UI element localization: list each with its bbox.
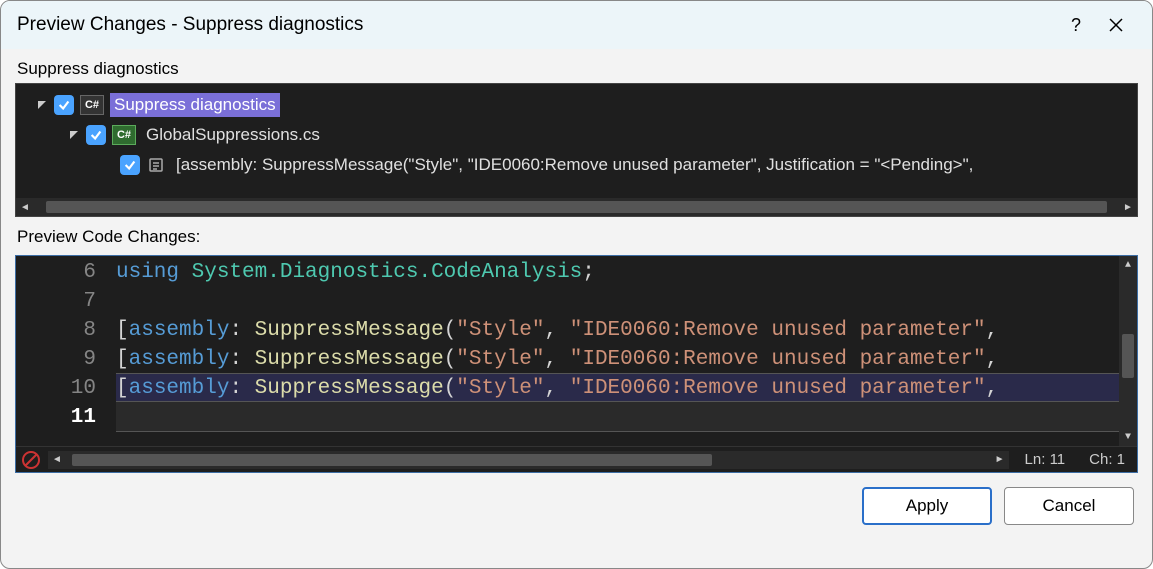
line-number-gutter: 67891011 (16, 256, 116, 446)
tree-section-label: Suppress diagnostics (1, 49, 1152, 83)
snippet-icon (146, 155, 166, 175)
code-line[interactable] (116, 287, 1119, 316)
scrollbar-thumb[interactable] (72, 454, 712, 466)
checkbox[interactable] (86, 125, 106, 145)
line-number: 9 (16, 345, 96, 374)
expander-icon[interactable] (66, 127, 82, 143)
cancel-button[interactable]: Cancel (1004, 487, 1134, 525)
code-horizontal-scrollbar[interactable]: ◄ ► (48, 451, 1009, 469)
checkbox[interactable] (120, 155, 140, 175)
line-number: 6 (16, 258, 96, 287)
tree-file-node[interactable]: C# GlobalSuppressions.cs (16, 120, 1137, 150)
tree-root-label: Suppress diagnostics (110, 93, 280, 117)
code-line[interactable] (116, 402, 1119, 431)
changes-tree: C# Suppress diagnostics C# GlobalSuppres… (15, 83, 1138, 217)
scrollbar-thumb[interactable] (1122, 334, 1134, 378)
tree-root-node[interactable]: C# Suppress diagnostics (16, 90, 1137, 120)
line-number: 8 (16, 316, 96, 345)
scroll-up-icon[interactable]: ▲ (1119, 256, 1137, 274)
scrollbar-thumb[interactable] (46, 201, 1107, 213)
preview-section-label: Preview Code Changes: (1, 217, 1152, 251)
tree-file-label: GlobalSuppressions.cs (142, 123, 324, 147)
help-button[interactable]: ? (1056, 5, 1096, 45)
code-editor-view[interactable]: using System.Diagnostics.CodeAnalysis; [a… (116, 256, 1119, 446)
code-line[interactable]: [assembly: SuppressMessage("Style", "IDE… (116, 373, 1119, 402)
scroll-left-icon[interactable]: ◄ (16, 198, 34, 216)
scroll-left-icon[interactable]: ◄ (48, 451, 66, 469)
cursor-column-indicator: Ch: 1 (1077, 451, 1137, 468)
code-vertical-scrollbar[interactable]: ▲ ▼ (1119, 256, 1137, 446)
line-number: 7 (16, 287, 96, 316)
code-line[interactable]: [assembly: SuppressMessage("Style", "IDE… (116, 316, 1119, 345)
tree-change-node[interactable]: [assembly: SuppressMessage("Style", "IDE… (16, 150, 1137, 180)
line-number: 11 (16, 403, 96, 432)
csharp-badge-icon: C# (80, 95, 104, 115)
tree-horizontal-scrollbar[interactable]: ◄ ► (16, 198, 1137, 216)
preview-changes-dialog: Preview Changes - Suppress diagnostics ?… (0, 0, 1153, 569)
close-icon (1108, 17, 1124, 33)
line-number: 10 (16, 374, 96, 403)
scroll-down-icon[interactable]: ▼ (1119, 428, 1137, 446)
dialog-title: Preview Changes - Suppress diagnostics (17, 14, 363, 36)
editor-statusbar: ◄ ► Ln: 11 Ch: 1 (16, 446, 1137, 472)
expander-icon[interactable] (34, 97, 50, 113)
code-preview-panel: 67891011 using System.Diagnostics.CodeAn… (15, 255, 1138, 473)
apply-button[interactable]: Apply (862, 487, 992, 525)
scroll-right-icon[interactable]: ► (991, 451, 1009, 469)
csharp-file-icon: C# (112, 125, 136, 145)
cursor-line-indicator: Ln: 11 (1013, 451, 1078, 468)
no-issues-icon[interactable] (18, 449, 44, 471)
scroll-right-icon[interactable]: ► (1119, 198, 1137, 216)
titlebar: Preview Changes - Suppress diagnostics ? (1, 1, 1152, 49)
tree-change-label: [assembly: SuppressMessage("Style", "IDE… (172, 153, 977, 177)
code-line[interactable]: [assembly: SuppressMessage("Style", "IDE… (116, 345, 1119, 374)
code-line[interactable]: using System.Diagnostics.CodeAnalysis; (116, 258, 1119, 287)
checkbox[interactable] (54, 95, 74, 115)
dialog-button-row: Apply Cancel (1, 473, 1152, 543)
close-button[interactable] (1096, 5, 1136, 45)
